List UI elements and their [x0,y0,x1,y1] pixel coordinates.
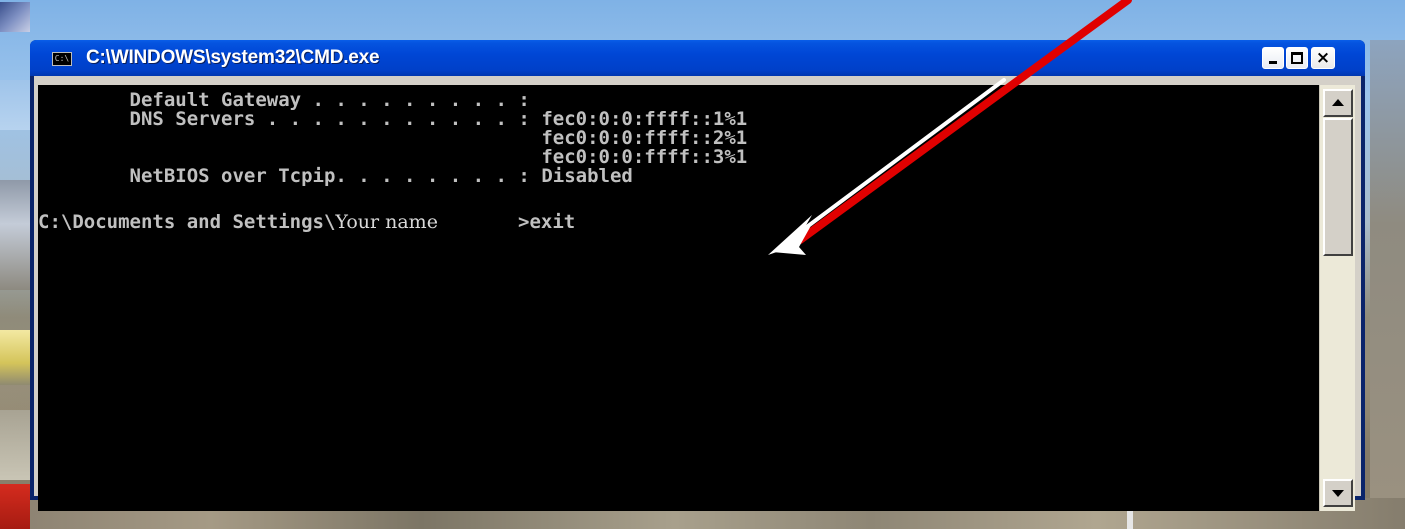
console-output[interactable]: Default Gateway . . . . . . . . . : DNS … [38,85,1319,511]
window-title: C:\WINDOWS\system32\CMD.exe [86,47,380,68]
console-prompt-line: C:\Documents and Settings\Your name >exi… [38,213,575,232]
minimize-button[interactable] [1262,47,1284,69]
window-titlebar[interactable]: C:\ C:\WINDOWS\system32\CMD.exe × [30,40,1365,76]
prompt-command: >exit [518,211,576,233]
prompt-spacer [438,211,518,233]
scroll-down-button[interactable] [1323,479,1353,507]
arrow-up-icon [1332,99,1344,106]
desktop-background-right [1370,40,1405,500]
cmd-icon[interactable]: C:\ [52,52,72,66]
arrow-down-icon [1332,490,1344,497]
maximize-icon [1291,52,1303,64]
console-line-netbios: NetBIOS over Tcpip. . . . . . . . : Disa… [38,165,633,187]
maximize-button[interactable] [1286,47,1308,69]
prompt-path: C:\Documents and Settings\ [38,211,336,233]
prompt-user-name: Your name [335,211,438,233]
acrobat-icon[interactable] [0,484,30,529]
desktop-icon-2[interactable] [0,80,30,130]
vertical-scrollbar[interactable] [1319,85,1355,511]
cmd-window: C:\ C:\WINDOWS\system32\CMD.exe × Defaul… [30,40,1365,511]
close-button[interactable]: × [1311,47,1335,69]
minimize-icon [1269,61,1277,64]
desktop-icon-3[interactable] [0,180,30,290]
scroll-up-button[interactable] [1323,89,1353,117]
desktop-icon-1[interactable] [0,2,30,32]
desktop-icon-4[interactable] [0,330,30,385]
cmd-icon-label: C:\ [54,54,70,63]
desktop-icon-5[interactable] [0,410,30,480]
scroll-thumb[interactable] [1323,118,1353,256]
close-icon: × [1315,48,1331,68]
